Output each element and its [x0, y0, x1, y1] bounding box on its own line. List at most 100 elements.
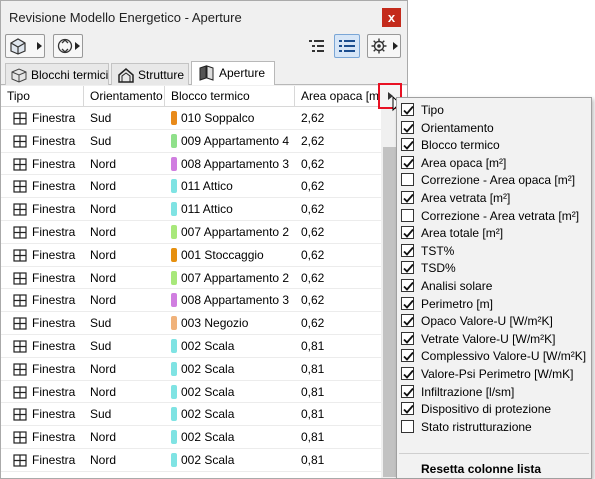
table-row[interactable]: Finestra Sud 010 Soppalco 2,62: [1, 107, 381, 130]
checkbox[interactable]: [401, 331, 414, 345]
table-header: Tipo Orientamento Blocco termico Area op…: [1, 86, 391, 107]
scrollbar-thumb[interactable]: [383, 147, 396, 477]
cell-orientamento: Sud: [90, 339, 112, 353]
checkbox[interactable]: [401, 349, 414, 363]
title-bar[interactable]: Revisione Modello Energetico - Aperture …: [1, 1, 407, 33]
table-row[interactable]: Finestra Sud 003 Negozio 0,62: [1, 312, 381, 335]
column-toggle-item[interactable]: Blocco termico: [397, 136, 591, 154]
checkbox[interactable]: [401, 138, 414, 152]
column-toggle-item[interactable]: Perimetro [m]: [397, 295, 591, 313]
checkbox[interactable]: [401, 296, 414, 310]
tab-strutture[interactable]: Strutture: [111, 63, 189, 85]
column-toggle-item[interactable]: Correzione - Area opaca [m²]: [397, 171, 591, 189]
column-toggle-item[interactable]: Area totale [m²]: [397, 224, 591, 242]
detail-list-button[interactable]: [334, 34, 360, 58]
cell-tipo: Finestra: [32, 339, 76, 353]
checkbox[interactable]: [401, 402, 414, 416]
checkmark-icon: [403, 229, 414, 239]
thermal-block-color-swatch: [171, 133, 177, 148]
cell-blocco-termico: 007 Appartamento 2: [181, 225, 290, 239]
thermal-block-color-swatch: [171, 339, 177, 353]
cell-area-opaca: 0,62: [301, 316, 325, 331]
cell-tipo: Finestra: [32, 407, 76, 422]
checkbox[interactable]: [401, 279, 414, 292]
checkbox[interactable]: [401, 314, 414, 328]
column-toggle-item[interactable]: Area opaca [m²]: [397, 154, 591, 172]
table-row[interactable]: Finestra Nord 007 Appartamento 2 0,62: [1, 221, 381, 244]
cell-area-opaca: 0,81: [301, 407, 325, 422]
cell-blocco-termico: 002 Scala: [181, 407, 235, 422]
tab-blocchi-termici[interactable]: Blocchi termici: [5, 63, 109, 85]
column-toggle-label: Infiltrazione [l/sm]: [421, 384, 515, 399]
model-view-button[interactable]: [5, 34, 45, 58]
column-toggle-item[interactable]: Area vetrata [m²]: [397, 189, 591, 207]
table-row[interactable]: Finestra Nord 011 Attico 0,62: [1, 198, 381, 221]
checkbox[interactable]: [401, 208, 414, 222]
checkmark-icon: [403, 246, 414, 256]
checkmark-icon: [403, 317, 414, 327]
checkmark-icon: [403, 281, 414, 291]
table-row[interactable]: Finestra Nord 002 Scala 0,81: [1, 358, 381, 381]
column-toggle-item[interactable]: Correzione - Area vetrata [m²]: [397, 207, 591, 225]
column-toggle-item[interactable]: Valore-Psi Perimetro [W/mK]: [397, 365, 591, 383]
tree-list-icon: [309, 40, 324, 52]
checkbox[interactable]: [401, 120, 414, 134]
column-header-tipo[interactable]: Tipo: [1, 86, 84, 107]
cell-area-opaca: 0,81: [301, 361, 325, 376]
reset-columns-button[interactable]: Resetta colonne lista: [421, 462, 541, 476]
checkbox[interactable]: [401, 419, 414, 433]
close-button[interactable]: x: [382, 8, 401, 27]
column-toggle-item[interactable]: Vetrate Valore-U [W/m²K]: [397, 330, 591, 348]
column-toggle-item[interactable]: Tipo: [397, 101, 591, 119]
column-toggle-label: Complessivo Valore-U [W/m²K]: [421, 349, 587, 364]
table-row[interactable]: Finestra Nord 001 Stoccaggio 0,62: [1, 244, 381, 267]
column-toggle-item[interactable]: Stato ristrutturazione: [397, 418, 591, 436]
column-header-orientamento[interactable]: Orientamento: [84, 86, 165, 107]
checkbox[interactable]: [401, 173, 414, 187]
checkbox[interactable]: [401, 243, 414, 257]
menu-separator: [399, 453, 589, 454]
column-toggle-item[interactable]: Complessivo Valore-U [W/m²K]: [397, 347, 591, 365]
cell-orientamento: Nord: [90, 156, 117, 171]
settings-button[interactable]: [367, 34, 401, 58]
column-toggle-item[interactable]: Orientamento: [397, 119, 591, 137]
column-toggle-item[interactable]: Dispositivo di protezione: [397, 400, 591, 418]
thermal-block-color-swatch: [171, 384, 177, 399]
checkmark-icon: [403, 405, 414, 415]
table-row[interactable]: Finestra Nord 007 Appartamento 2 0,62: [1, 267, 381, 290]
tab-aperture[interactable]: Aperture: [191, 61, 275, 85]
table-row[interactable]: Finestra Nord 002 Scala 0,81: [1, 426, 381, 449]
checkbox[interactable]: [401, 191, 414, 204]
refresh-button[interactable]: [53, 34, 83, 58]
cell-area-opaca: 0,62: [301, 293, 325, 308]
table-row[interactable]: Finestra Sud 002 Scala 0,81: [1, 403, 381, 427]
checkbox[interactable]: [401, 367, 414, 380]
column-toggle-item[interactable]: Analisi solare: [397, 277, 591, 295]
table-row[interactable]: Finestra Sud 009 Appartamento 4 2,62: [1, 130, 381, 153]
checkbox[interactable]: [401, 103, 414, 116]
column-header-area-opaca[interactable]: Area opaca [m²]: [295, 86, 385, 107]
table-row[interactable]: Finestra Nord 011 Attico 0,62: [1, 175, 381, 199]
column-toggle-item[interactable]: Infiltrazione [l/sm]: [397, 383, 591, 401]
thermal-block-color-swatch: [171, 453, 177, 467]
column-toggle-item[interactable]: TSD%: [397, 259, 591, 277]
table-row[interactable]: Finestra Sud 002 Scala 0,81: [1, 335, 381, 358]
checkbox[interactable]: [401, 226, 414, 240]
list-view-button[interactable]: [304, 34, 330, 58]
table-row[interactable]: Finestra Nord 002 Scala 0,81: [1, 381, 381, 404]
checkbox[interactable]: [401, 384, 414, 398]
cell-area-opaca: 0,62: [301, 202, 325, 217]
table-row[interactable]: Finestra Nord 008 Appartamento 3 0,62: [1, 289, 381, 313]
thermal-block-icon: [11, 68, 27, 83]
column-toggle-label: Stato ristrutturazione: [421, 419, 532, 434]
window-icon: [13, 340, 27, 353]
table-row[interactable]: Finestra Nord 002 Scala 0,81: [1, 449, 381, 472]
column-header-blocco-termico[interactable]: Blocco termico: [165, 86, 295, 107]
table-row[interactable]: Finestra Nord 008 Appartamento 3 0,62: [1, 153, 381, 176]
window-icon: [13, 271, 27, 285]
column-toggle-item[interactable]: TST%: [397, 242, 591, 260]
checkbox[interactable]: [401, 155, 414, 169]
checkbox[interactable]: [401, 261, 414, 275]
column-toggle-item[interactable]: Opaco Valore-U [W/m²K]: [397, 312, 591, 330]
window-icon: [13, 112, 27, 125]
